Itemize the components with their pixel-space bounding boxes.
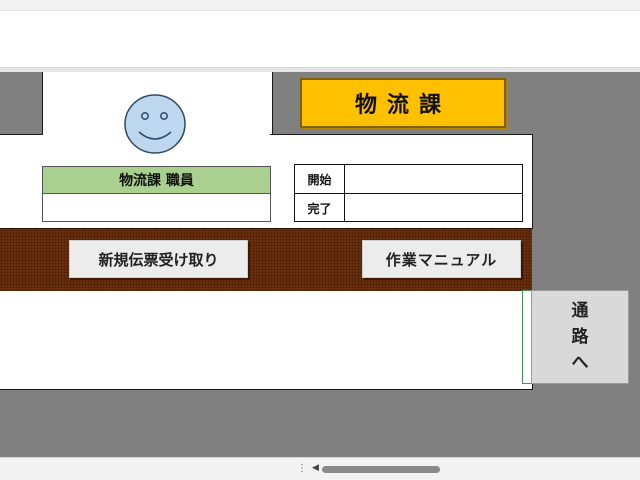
staff-label: 物流課 職員: [43, 167, 270, 194]
start-value-cell[interactable]: [345, 165, 522, 193]
scroll-left-arrow-icon[interactable]: ◀: [312, 463, 319, 473]
staff-nameplate: 物流課 職員: [42, 166, 271, 222]
finish-value-cell[interactable]: [345, 194, 522, 222]
passage-button[interactable]: 通 路 へ: [531, 290, 629, 384]
finish-label: 完了: [295, 194, 345, 222]
sheet-tab-area: [0, 458, 290, 480]
passage-label-line1: 通: [571, 301, 589, 321]
work-manual-button[interactable]: 作業マニュアル: [362, 240, 521, 278]
new-slip-button[interactable]: 新規伝票受け取り: [69, 240, 248, 278]
finish-row: 完了: [295, 193, 522, 222]
start-label: 開始: [295, 165, 345, 193]
passage-label-line3: へ: [571, 353, 589, 373]
time-table: 開始 完了: [294, 164, 523, 222]
scrollbar-thumb[interactable]: [322, 466, 440, 473]
department-title: 物流課: [300, 78, 506, 128]
toolbar-strip: [0, 0, 640, 11]
lower-room: [0, 291, 533, 390]
passage-label-line2: 路: [571, 327, 589, 347]
staff-name-cell[interactable]: [43, 194, 270, 222]
smiley-face-icon[interactable]: [124, 94, 186, 154]
formula-area: [0, 11, 640, 67]
spreadsheet-canvas: 物流課 物流課 職員 開始 完了 新規伝票受け取り 作業マニュアル 通 路 へ …: [0, 0, 640, 480]
splitter-handle-icon[interactable]: ⋮: [297, 463, 307, 475]
bottom-bar: ⋮ ◀: [0, 457, 640, 480]
start-row: 開始: [295, 165, 522, 193]
horizontal-scrollbar[interactable]: [322, 466, 632, 473]
